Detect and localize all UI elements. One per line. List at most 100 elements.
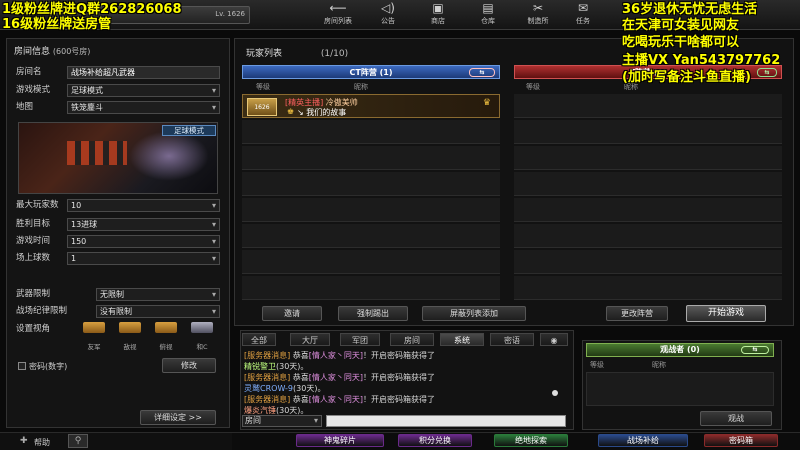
- ct-empty-slot[interactable]: [242, 198, 500, 222]
- password-box-button[interactable]: 密码箱: [704, 434, 778, 447]
- weapon-limit-select[interactable]: 无限制: [96, 288, 220, 301]
- eye-icon[interactable]: ◉: [540, 333, 568, 346]
- chat-tab-lobby[interactable]: 大厅: [290, 333, 330, 346]
- ball-count-select[interactable]: 1: [67, 252, 220, 265]
- ct-empty-slot[interactable]: [242, 146, 500, 170]
- warehouse-icon: ▤: [482, 1, 494, 15]
- game-time-row: 游戏时间 150: [16, 235, 221, 248]
- t-empty-slot[interactable]: [514, 224, 782, 248]
- ct-empty-slot[interactable]: [242, 224, 500, 248]
- overlay-right-line: 吃喝玩乐干啥都可以: [622, 35, 740, 50]
- t-empty-slot[interactable]: [514, 172, 782, 196]
- t-empty-slot[interactable]: [514, 276, 782, 300]
- chat-message: 精锐警卫(30天)。: [244, 362, 309, 371]
- back-arrow-icon: ⟵: [329, 1, 347, 15]
- discipline-limit-select[interactable]: 没有限制: [96, 305, 220, 318]
- max-players-select[interactable]: 10: [67, 199, 220, 212]
- view-enemy-icon[interactable]: [118, 322, 142, 336]
- chat-channel-select[interactable]: 房间: [242, 415, 322, 427]
- nav-workshop[interactable]: ✂ 制造所: [513, 1, 563, 29]
- help-bar: ✚ 帮助 ⚲: [0, 432, 232, 450]
- nav-mission[interactable]: ✉ 任务: [558, 1, 608, 29]
- view-top-icon[interactable]: [154, 322, 178, 336]
- nav-shop[interactable]: ▣ 商店: [413, 1, 463, 29]
- win-target-select[interactable]: 13进球: [67, 218, 220, 231]
- view-ally-icon[interactable]: [82, 322, 106, 336]
- spec-col-level: 等级: [590, 361, 604, 369]
- spectate-button[interactable]: 观战: [700, 411, 772, 426]
- chat-tab-all[interactable]: 全部: [242, 333, 276, 346]
- search-icon[interactable]: ⚲: [68, 434, 88, 448]
- view-setting-row: 设置视角: [16, 324, 51, 334]
- overlay-left-line: 16级粉丝牌送房管: [2, 17, 112, 32]
- nav-notice[interactable]: ◁) 公告: [363, 1, 413, 29]
- block-list-button[interactable]: 屏蔽列表添加: [422, 306, 526, 321]
- discipline-limit-row: 战场纪律限制 没有限制: [16, 305, 221, 318]
- nav-warehouse[interactable]: ▤ 仓库: [463, 1, 513, 29]
- change-team-button[interactable]: 更改阵营: [606, 306, 668, 321]
- host-crown-icon: ♛: [482, 98, 491, 108]
- room-name-row: 房间名 战场补给超凡武器: [16, 66, 221, 79]
- detail-settings-button[interactable]: 详细设定 >>: [140, 410, 216, 425]
- t-empty-slot[interactable]: [514, 198, 782, 222]
- ct-empty-slot[interactable]: [242, 276, 500, 300]
- t-empty-slot[interactable]: [514, 120, 782, 144]
- points-exchange-button[interactable]: 积分兑换: [398, 434, 472, 447]
- player-count: (1/10): [320, 49, 349, 59]
- modify-button[interactable]: 修改: [162, 358, 216, 373]
- view-cam-icon[interactable]: [190, 322, 214, 336]
- overlay-right-line: 在天津可女装见网友: [622, 18, 740, 33]
- ball-count-row: 场上球数 1: [16, 252, 221, 265]
- start-game-button[interactable]: 开始游戏: [686, 305, 766, 322]
- checkbox-icon: [18, 362, 26, 370]
- overlay-right-line: 36岁退休无忧无虑生活: [622, 2, 758, 17]
- swap-icon[interactable]: ⇆: [741, 346, 769, 354]
- ct-team-header[interactable]: CT阵营 (1) ⇆: [242, 65, 500, 79]
- t-empty-slot[interactable]: [514, 146, 782, 170]
- t-empty-slot[interactable]: [514, 94, 782, 118]
- chat-scrollbar[interactable]: [552, 390, 558, 396]
- shop-icon: ▣: [432, 1, 444, 15]
- ct-empty-slot[interactable]: [242, 172, 500, 196]
- ghost-fragment-button[interactable]: 神鬼碎片: [296, 434, 384, 447]
- chat-message: [服务器消息] 恭喜[情人家丶同天]！开启密码箱获得了: [244, 395, 436, 404]
- ct-empty-slot[interactable]: [242, 250, 500, 274]
- overlay-right-line: 主播VX Yan543797762: [622, 53, 781, 68]
- swap-icon[interactable]: ⇆: [757, 68, 777, 77]
- map-select[interactable]: 铁笼鏖斗: [67, 101, 220, 114]
- t-col-level: 等级: [526, 83, 540, 91]
- speaker-icon: ◁): [381, 1, 395, 15]
- battlefield-supply-button[interactable]: 战场补给: [598, 434, 688, 447]
- chat-message: [服务器消息] 恭喜[情人家丶同天]！开启密码箱获得了: [244, 373, 436, 382]
- game-mode-row: 游戏模式 足球模式: [16, 84, 221, 97]
- map-preview-light: [129, 131, 209, 181]
- spectator-list: [586, 372, 774, 406]
- invite-button[interactable]: 邀请: [262, 306, 322, 321]
- chat-tab-room[interactable]: 房间: [390, 333, 434, 346]
- game-mode-select[interactable]: 足球模式: [67, 84, 220, 97]
- rank-icon: ♚: [287, 107, 295, 116]
- ct-player-slot[interactable]: 1626 [精英主播] 冷傲美帅 ♚ ↘ 我们的故事 ♛: [242, 94, 500, 118]
- t-empty-slot[interactable]: [514, 250, 782, 274]
- nav-room-list[interactable]: ⟵ 房间列表: [313, 1, 363, 29]
- help-label[interactable]: 帮助: [34, 437, 50, 448]
- explore-button[interactable]: 绝地探索: [494, 434, 568, 447]
- password-checkbox[interactable]: 密码(数字): [18, 361, 67, 372]
- room-info-title: 房间信息 (600号房): [14, 47, 91, 57]
- chat-tab-whisper[interactable]: 密语: [490, 333, 534, 346]
- room-name-field[interactable]: 战场补给超凡武器: [67, 66, 220, 79]
- map-row: 地图 铁笼鏖斗: [16, 101, 221, 114]
- chat-message: [服务器消息] 恭喜[情人家丶同天]！开启密码箱获得了: [244, 351, 436, 360]
- game-time-select[interactable]: 150: [67, 235, 220, 248]
- chat-tab-legion[interactable]: 军团: [340, 333, 380, 346]
- ct-empty-slot[interactable]: [242, 120, 500, 144]
- swap-icon[interactable]: ⇆: [469, 68, 495, 77]
- spec-col-name: 昵称: [652, 361, 666, 369]
- chat-tab-system[interactable]: 系统: [440, 333, 484, 346]
- ct-col-name: 昵称: [354, 83, 368, 91]
- chat-input[interactable]: [326, 415, 566, 427]
- chat-message: 灵鹫CROW-9(30天)。: [244, 384, 326, 393]
- help-icon[interactable]: ✚: [20, 436, 28, 446]
- kick-button[interactable]: 强制踢出: [338, 306, 408, 321]
- win-target-row: 胜利目标 13进球: [16, 218, 221, 231]
